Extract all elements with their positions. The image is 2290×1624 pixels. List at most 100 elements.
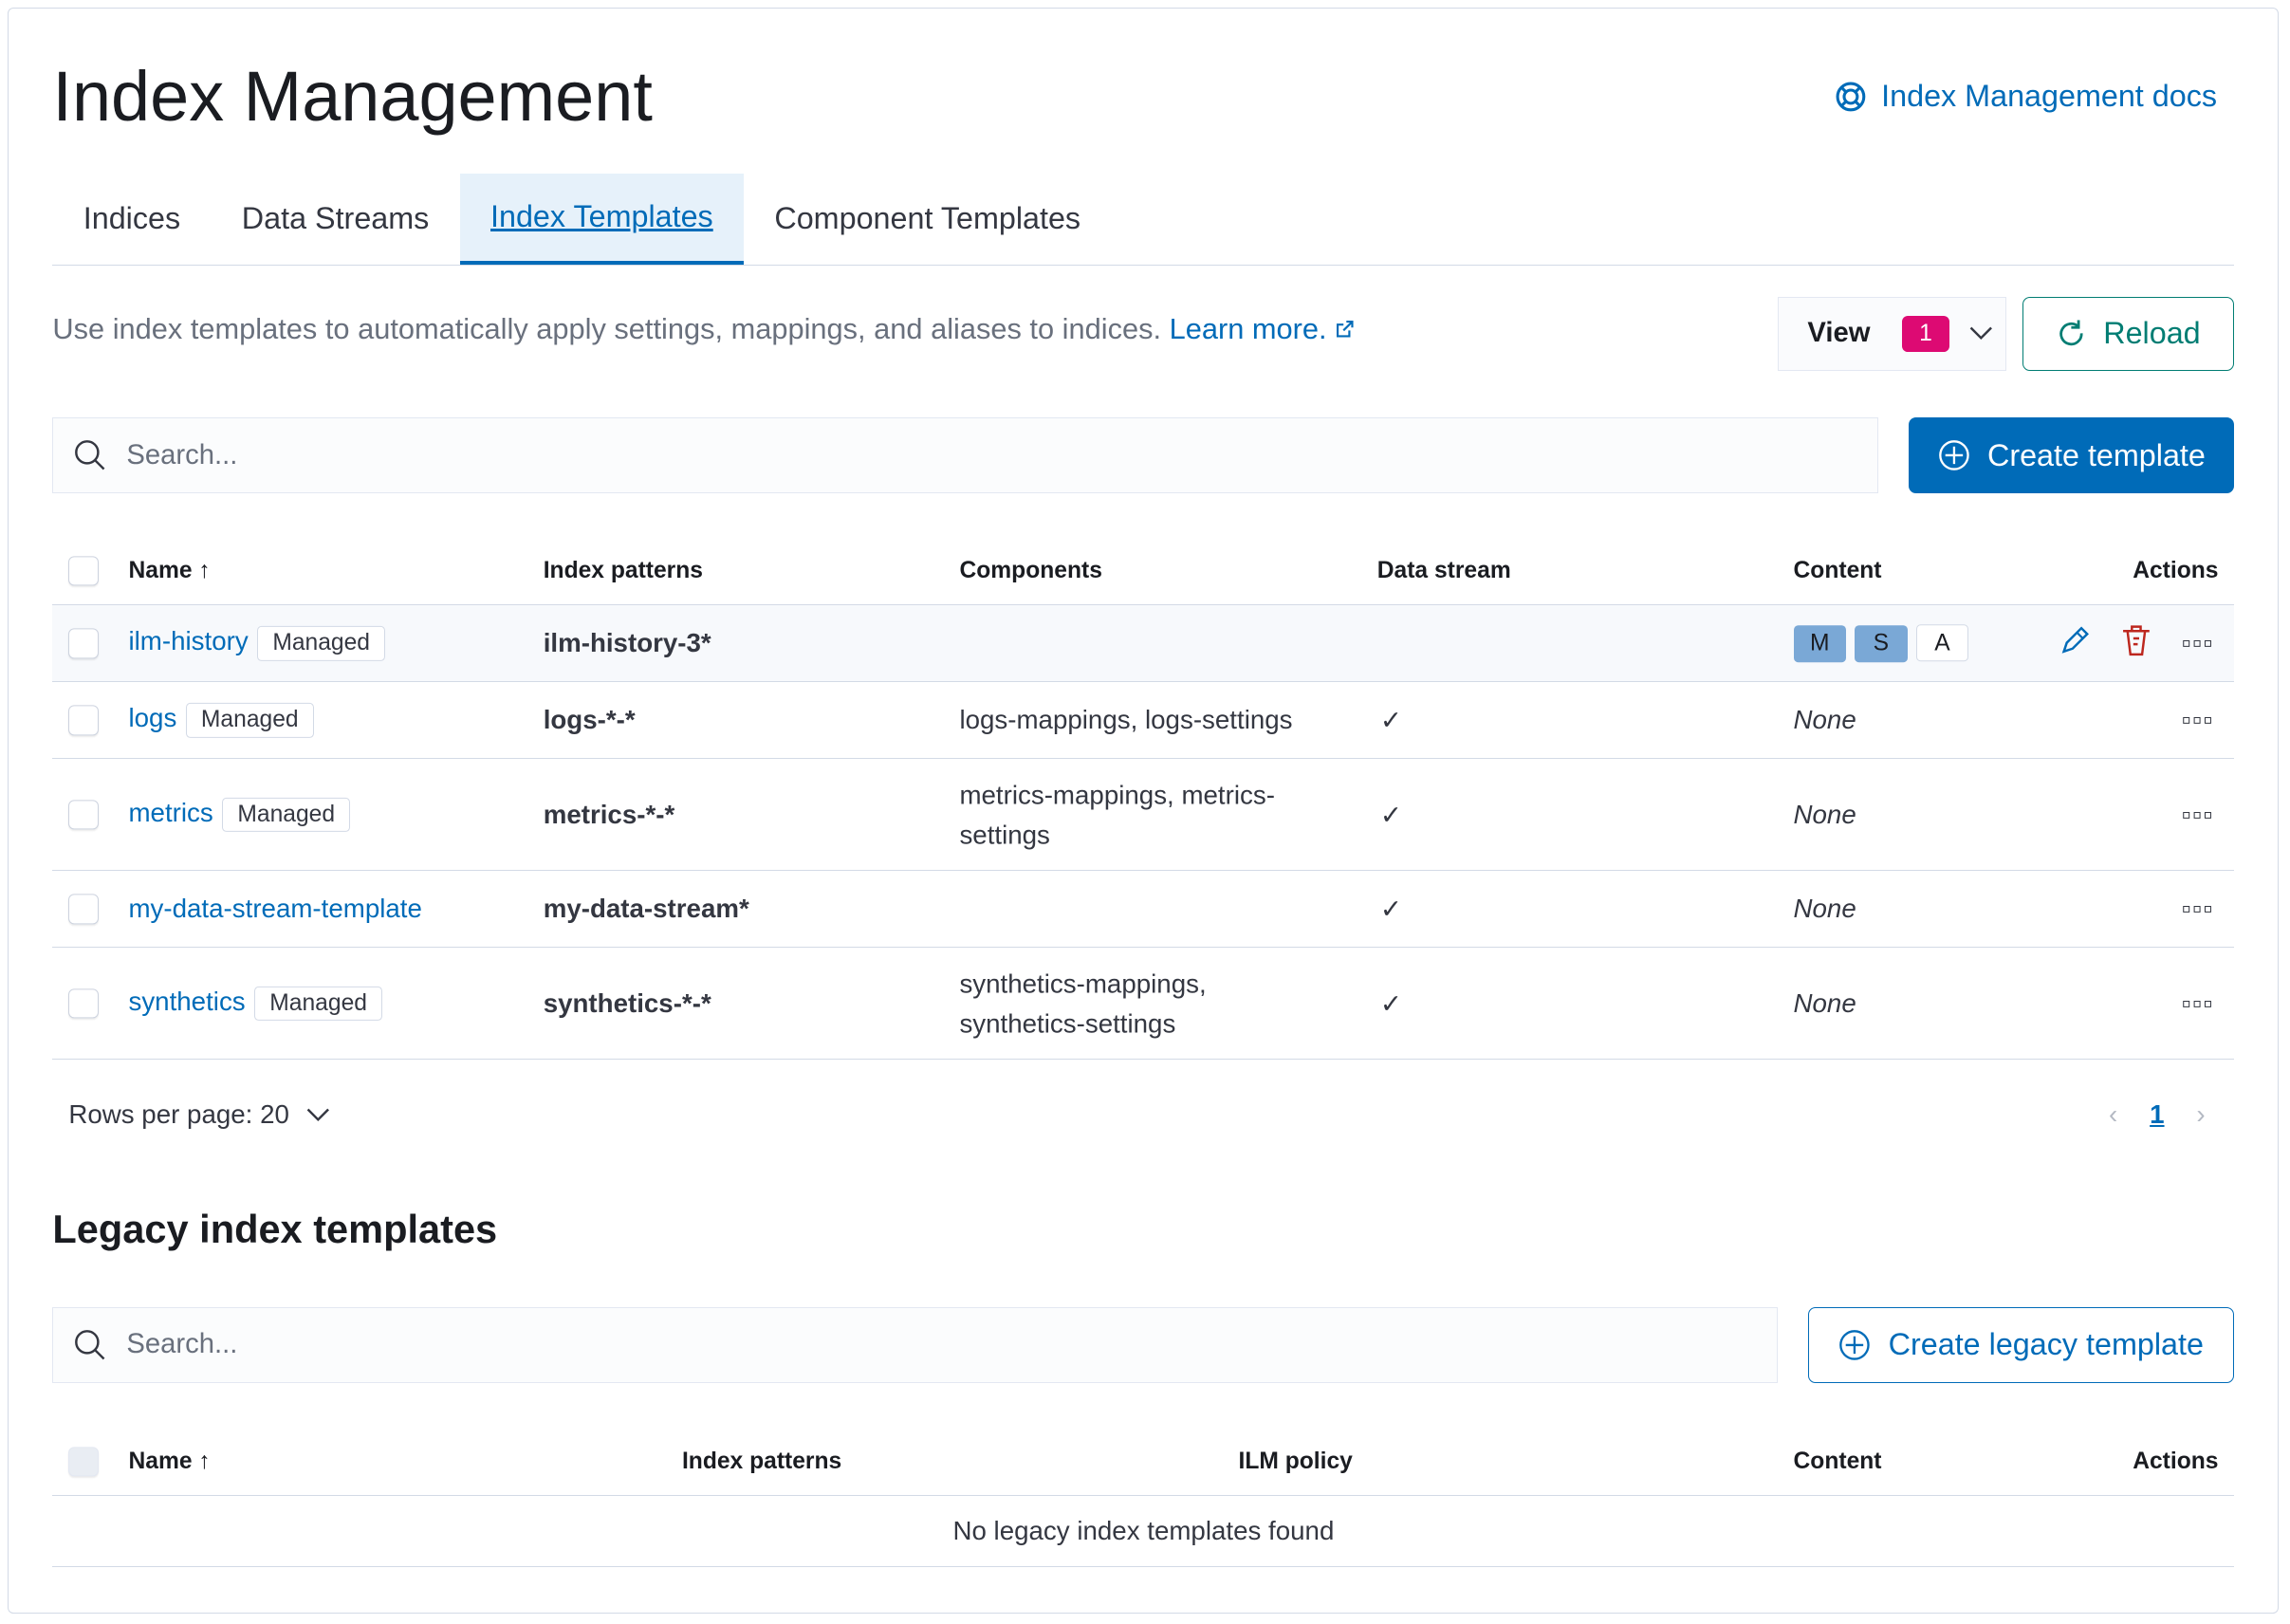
page-title: Index Management bbox=[52, 56, 653, 136]
empty-message: No legacy index templates found bbox=[952, 1516, 1335, 1546]
legacy-table: Name ↑ Index patterns ILM policy Content… bbox=[52, 1429, 2235, 1568]
search-placeholder: Search... bbox=[126, 1329, 238, 1360]
row-checkbox[interactable] bbox=[68, 894, 99, 925]
managed-badge: Managed bbox=[256, 626, 386, 661]
more-actions-icon[interactable]: ▫▫▫ bbox=[2182, 988, 2214, 1019]
managed-badge: Managed bbox=[253, 986, 383, 1022]
previous-page-icon[interactable]: ‹ bbox=[2109, 1099, 2117, 1130]
column-components: Components bbox=[959, 557, 1102, 583]
template-name-link[interactable]: metrics bbox=[128, 798, 212, 827]
row-checkbox[interactable] bbox=[68, 988, 99, 1019]
page-1-link[interactable]: 1 bbox=[2150, 1099, 2164, 1130]
table-row: metrics Managed metrics-*-* metrics-mappi… bbox=[52, 759, 2235, 872]
index-patterns: ilm-history-3* bbox=[543, 628, 711, 658]
description: Use index templates to automatically app… bbox=[52, 312, 1355, 346]
template-name-link[interactable]: synthetics bbox=[128, 987, 245, 1016]
column-index-patterns: Index patterns bbox=[543, 557, 703, 583]
aliases-badge: A bbox=[1915, 624, 1969, 662]
table-row: logs Managed logs-*-* logs-mappings, logs… bbox=[52, 682, 2235, 760]
template-name-link[interactable]: ilm-history bbox=[128, 626, 248, 655]
legacy-search-input[interactable]: Search... bbox=[52, 1306, 1778, 1383]
managed-badge: Managed bbox=[221, 797, 351, 833]
external-link-icon bbox=[1337, 320, 1354, 338]
more-actions-icon[interactable]: ▫▫▫ bbox=[2182, 800, 2214, 830]
sort-ascending-icon: ↑ bbox=[198, 1449, 211, 1475]
help-icon bbox=[1836, 82, 1866, 112]
view-filter-button[interactable]: View 1 bbox=[1777, 296, 2007, 372]
reload-label: Reload bbox=[2103, 316, 2201, 351]
template-name-link[interactable]: logs bbox=[128, 703, 176, 732]
templates-table: Name ↑ Index patterns Components Data st… bbox=[52, 538, 2235, 1061]
column-name[interactable]: Name ↑ bbox=[128, 1449, 210, 1475]
tab-index-templates[interactable]: Index Templates bbox=[459, 174, 745, 265]
more-actions-icon[interactable]: ▫▫▫ bbox=[2182, 628, 2214, 658]
rows-per-page-select[interactable]: Rows per page: 20 bbox=[68, 1099, 330, 1130]
table-row: synthetics Managed synthetics-*-* synthet… bbox=[52, 948, 2235, 1061]
table-row: my-data-stream-template my-data-stream* … bbox=[52, 871, 2235, 949]
check-icon: ✓ bbox=[1379, 988, 1403, 1019]
more-actions-icon[interactable]: ▫▫▫ bbox=[2182, 705, 2214, 735]
index-patterns: logs-*-* bbox=[543, 705, 636, 735]
sort-ascending-icon: ↑ bbox=[198, 557, 211, 583]
table-header: Name ↑ Index patterns ILM policy Content… bbox=[52, 1429, 2235, 1497]
table-header: Name ↑ Index patterns Components Data st… bbox=[52, 538, 2235, 606]
content-badges: MSA bbox=[1793, 624, 1978, 663]
description-text: Use index templates to automatically app… bbox=[52, 312, 1162, 346]
plus-circle-icon bbox=[1938, 440, 1969, 471]
chevron-down-icon bbox=[307, 1108, 330, 1121]
column-name[interactable]: Name ↑ bbox=[128, 558, 210, 584]
select-all-checkbox[interactable] bbox=[68, 556, 99, 586]
search-icon bbox=[75, 1330, 105, 1360]
docs-link[interactable]: Index Management docs bbox=[1835, 79, 2217, 114]
next-page-icon[interactable]: › bbox=[2196, 1099, 2205, 1130]
content-none: None bbox=[1793, 894, 1856, 924]
plus-circle-icon bbox=[1839, 1330, 1871, 1360]
check-icon: ✓ bbox=[1379, 894, 1403, 924]
search-input[interactable]: Search... bbox=[52, 417, 1878, 494]
legacy-title: Legacy index templates bbox=[52, 1206, 498, 1251]
table-row: ilm-history Managed ilm-history-3* MSA ▫▫… bbox=[52, 605, 2235, 683]
search-icon bbox=[75, 440, 105, 471]
content-none: None bbox=[1793, 705, 1856, 735]
create-template-button[interactable]: Create template bbox=[1909, 417, 2235, 494]
edit-icon[interactable] bbox=[2059, 624, 2092, 663]
docs-link-label: Index Management docs bbox=[1881, 79, 2218, 114]
column-actions: Actions bbox=[2133, 557, 2219, 583]
row-checkbox[interactable] bbox=[68, 628, 99, 658]
column-content: Content bbox=[1793, 557, 1882, 583]
tab-bar: Indices Data Streams Index Templates Com… bbox=[52, 174, 2235, 266]
tab-indices[interactable]: Indices bbox=[52, 174, 211, 264]
index-patterns: metrics-*-* bbox=[543, 799, 675, 829]
reload-button[interactable]: Reload bbox=[2022, 296, 2235, 372]
learn-more-link[interactable]: Learn more. bbox=[1170, 312, 1356, 345]
index-patterns: synthetics-*-* bbox=[543, 987, 711, 1018]
view-label: View bbox=[1807, 318, 1871, 349]
create-legacy-template-button[interactable]: Create legacy template bbox=[1807, 1306, 2235, 1383]
view-count-badge: 1 bbox=[1902, 315, 1949, 352]
tab-data-streams[interactable]: Data Streams bbox=[211, 174, 459, 264]
check-icon: ✓ bbox=[1379, 705, 1403, 735]
components: metrics-mappings, metrics-settings bbox=[959, 780, 1275, 849]
template-name-link[interactable]: my-data-stream-template bbox=[128, 894, 421, 923]
column-actions: Actions bbox=[2133, 1449, 2219, 1475]
tab-component-templates[interactable]: Component Templates bbox=[744, 174, 1111, 264]
more-actions-icon[interactable]: ▫▫▫ bbox=[2182, 894, 2214, 924]
content-none: None bbox=[1793, 799, 1856, 829]
rows-per-page-label: Rows per page: 20 bbox=[68, 1099, 289, 1130]
components: logs-mappings, logs-settings bbox=[959, 705, 1293, 735]
search-placeholder: Search... bbox=[126, 439, 238, 471]
content-none: None bbox=[1793, 987, 1856, 1018]
index-patterns: my-data-stream* bbox=[543, 894, 749, 924]
components: synthetics-mappings, synthetics-settings bbox=[959, 969, 1207, 1038]
row-checkbox[interactable] bbox=[68, 705, 99, 736]
delete-icon[interactable] bbox=[2120, 624, 2152, 663]
row-checkbox[interactable] bbox=[68, 800, 99, 830]
settings-badge: S bbox=[1855, 625, 1908, 663]
create-template-label: Create template bbox=[1986, 437, 2206, 472]
pagination: ‹ 1 › bbox=[2109, 1099, 2206, 1130]
select-all-checkbox bbox=[68, 1447, 99, 1477]
refresh-icon bbox=[2059, 320, 2083, 346]
column-index-patterns: Index patterns bbox=[681, 1449, 842, 1475]
mappings-badge: M bbox=[1793, 625, 1846, 663]
empty-row: No legacy index templates found bbox=[52, 1496, 2235, 1568]
